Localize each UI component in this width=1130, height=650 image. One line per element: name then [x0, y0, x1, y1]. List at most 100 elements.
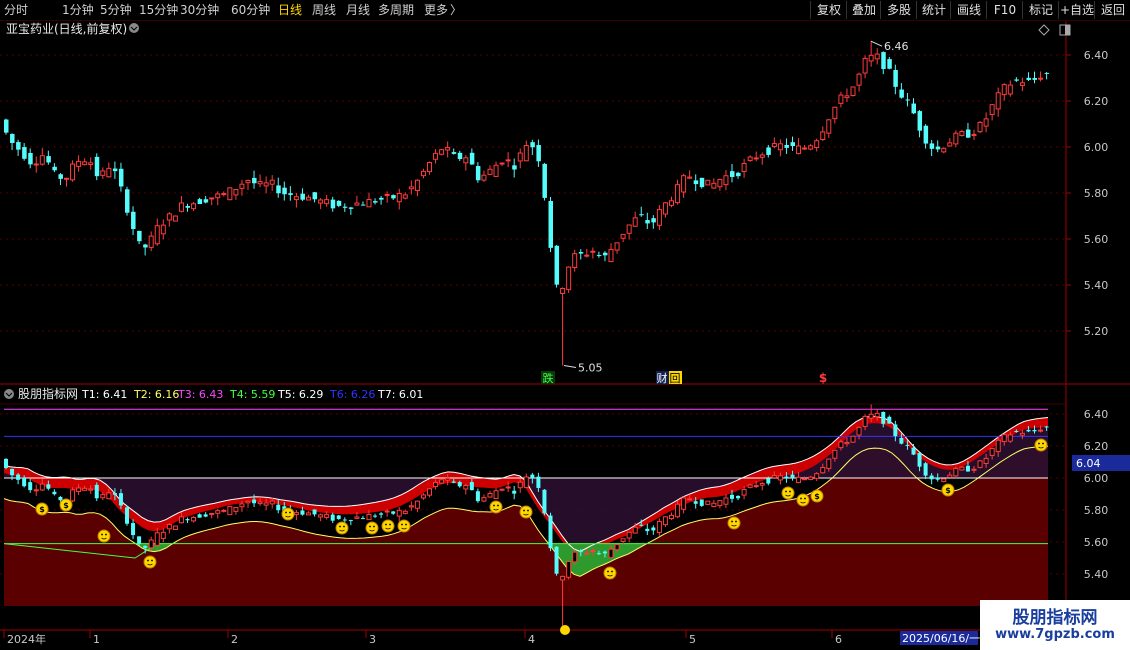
- period-tab-week[interactable]: 周线: [312, 2, 336, 18]
- face-eye: [1038, 442, 1040, 445]
- ind-price-tick: 5.40: [1084, 568, 1109, 581]
- ind-candle-body: [433, 481, 439, 488]
- ind-candle-body: [736, 495, 741, 499]
- date-label: 2: [231, 633, 238, 646]
- ind-candle-body: [651, 527, 656, 531]
- candle-up: [814, 140, 820, 148]
- candle-up: [614, 242, 620, 251]
- ind-candle-body: [100, 494, 106, 499]
- ind-candle-body: [989, 448, 995, 456]
- f10-button[interactable]: F10: [986, 1, 1023, 19]
- indicator-dropdown-icon[interactable]: [4, 389, 14, 399]
- face-eye: [527, 509, 529, 512]
- face-eye: [789, 490, 791, 493]
- ind-candle-body: [983, 457, 989, 464]
- candle-up: [941, 147, 947, 153]
- candle-down: [276, 185, 281, 194]
- candle-up: [832, 106, 838, 120]
- candle-down: [1014, 79, 1019, 81]
- chart-canvas[interactable]: 6.40 6.20 6.00 5.80 5.60 5.40 5.20 6.40 6.20 6.00…: [0, 0, 1130, 650]
- main-price-tick: 6.00: [1084, 141, 1109, 154]
- period-tab-month[interactable]: 月线: [346, 2, 370, 18]
- multi-stock-button[interactable]: 多股: [880, 1, 917, 19]
- indicator-value-t5: T5: 6.29: [277, 388, 323, 401]
- ind-candle-body: [917, 453, 922, 467]
- candle-up: [269, 179, 275, 185]
- diamond-icon[interactable]: [1038, 24, 1050, 36]
- candle-down: [137, 230, 142, 242]
- ind-candle-body: [554, 546, 559, 574]
- ind-candle-body: [602, 551, 607, 554]
- back-button[interactable]: 返回: [1094, 1, 1130, 19]
- smiley-face-icon: [335, 521, 349, 535]
- period-tab-1min[interactable]: 1分钟: [62, 2, 94, 18]
- ind-candle-body: [832, 449, 838, 459]
- ind-candle-body: [820, 467, 826, 474]
- face-eye: [105, 533, 107, 536]
- period-tab-more[interactable]: 更多: [424, 2, 448, 18]
- indicator-name: 股朋指标网: [18, 386, 78, 401]
- ind-candle-body: [391, 511, 396, 514]
- add-watchlist-button[interactable]: +自选: [1058, 1, 1095, 19]
- ind-candle-body: [838, 441, 844, 449]
- face-eye: [285, 511, 287, 514]
- restore-rights-button[interactable]: 复权: [810, 1, 847, 19]
- candle-up: [306, 196, 311, 201]
- ind-candle-body: [584, 552, 590, 555]
- ind-candle-body: [874, 412, 880, 418]
- candle-up: [227, 187, 233, 201]
- period-tab-30min[interactable]: 30分钟: [180, 2, 219, 18]
- ind-candle-body: [360, 518, 365, 520]
- indicator-value-t2: T2: 6.16: [133, 388, 179, 401]
- period-tab-day[interactable]: 日线: [278, 2, 302, 18]
- ind-candle-body: [420, 494, 426, 499]
- draw-line-button[interactable]: 画线: [950, 1, 987, 19]
- candle-up: [100, 170, 106, 176]
- ind-candle-body: [191, 517, 197, 522]
- mark-button[interactable]: 标记: [1022, 1, 1059, 19]
- overlay-button[interactable]: 叠加: [846, 1, 881, 19]
- candle-down: [252, 177, 257, 184]
- statistics-button[interactable]: 统计: [916, 1, 951, 19]
- dropdown-chevron-icon[interactable]: [129, 23, 139, 33]
- ind-candle-body: [899, 438, 904, 444]
- ind-candle-body: [808, 476, 814, 480]
- ind-candle-body: [481, 497, 487, 502]
- ind-candle-body: [94, 484, 99, 499]
- candle-down: [118, 168, 124, 187]
- main-price-tick: 5.80: [1084, 187, 1109, 200]
- ind-candle-body: [887, 416, 892, 424]
- candle-down: [790, 142, 795, 147]
- ind-candle-body: [451, 481, 456, 483]
- candle-down: [911, 103, 916, 114]
- ind-candle-body: [814, 473, 820, 479]
- candle-up: [191, 203, 197, 210]
- ind-price-tick: 6.20: [1084, 440, 1109, 453]
- face-eye: [389, 523, 391, 526]
- candle-down: [1044, 72, 1050, 74]
- period-tab-fenshi[interactable]: 分时: [4, 2, 28, 18]
- period-tab-60min[interactable]: 60分钟: [231, 2, 270, 18]
- period-tab-multi[interactable]: 多周期: [378, 2, 414, 18]
- ind-candle-body: [76, 487, 82, 492]
- ind-candle-body: [88, 488, 94, 491]
- ind-candle-body: [82, 487, 88, 491]
- ind-candle-body: [427, 488, 432, 496]
- ind-candle-body: [203, 514, 208, 517]
- smiley-face-icon: [603, 566, 617, 580]
- period-tab-15min[interactable]: 15分钟: [139, 2, 178, 18]
- ind-candle-body: [457, 482, 462, 487]
- candle-up: [971, 133, 977, 136]
- period-tab-5min[interactable]: 5分钟: [100, 2, 132, 18]
- ind-candle-body: [257, 501, 263, 505]
- candle-down: [379, 197, 384, 200]
- candle-down: [923, 125, 929, 144]
- ind-candle-body: [154, 532, 160, 546]
- candle-down: [360, 204, 366, 206]
- ind-candle-body: [118, 493, 123, 506]
- ind-candle-body: [4, 458, 8, 469]
- ind-candle-body: [197, 514, 202, 518]
- candle-down: [935, 146, 941, 150]
- ind-candle-body: [227, 505, 233, 516]
- more-chevron-icon[interactable]: 〉: [450, 2, 462, 18]
